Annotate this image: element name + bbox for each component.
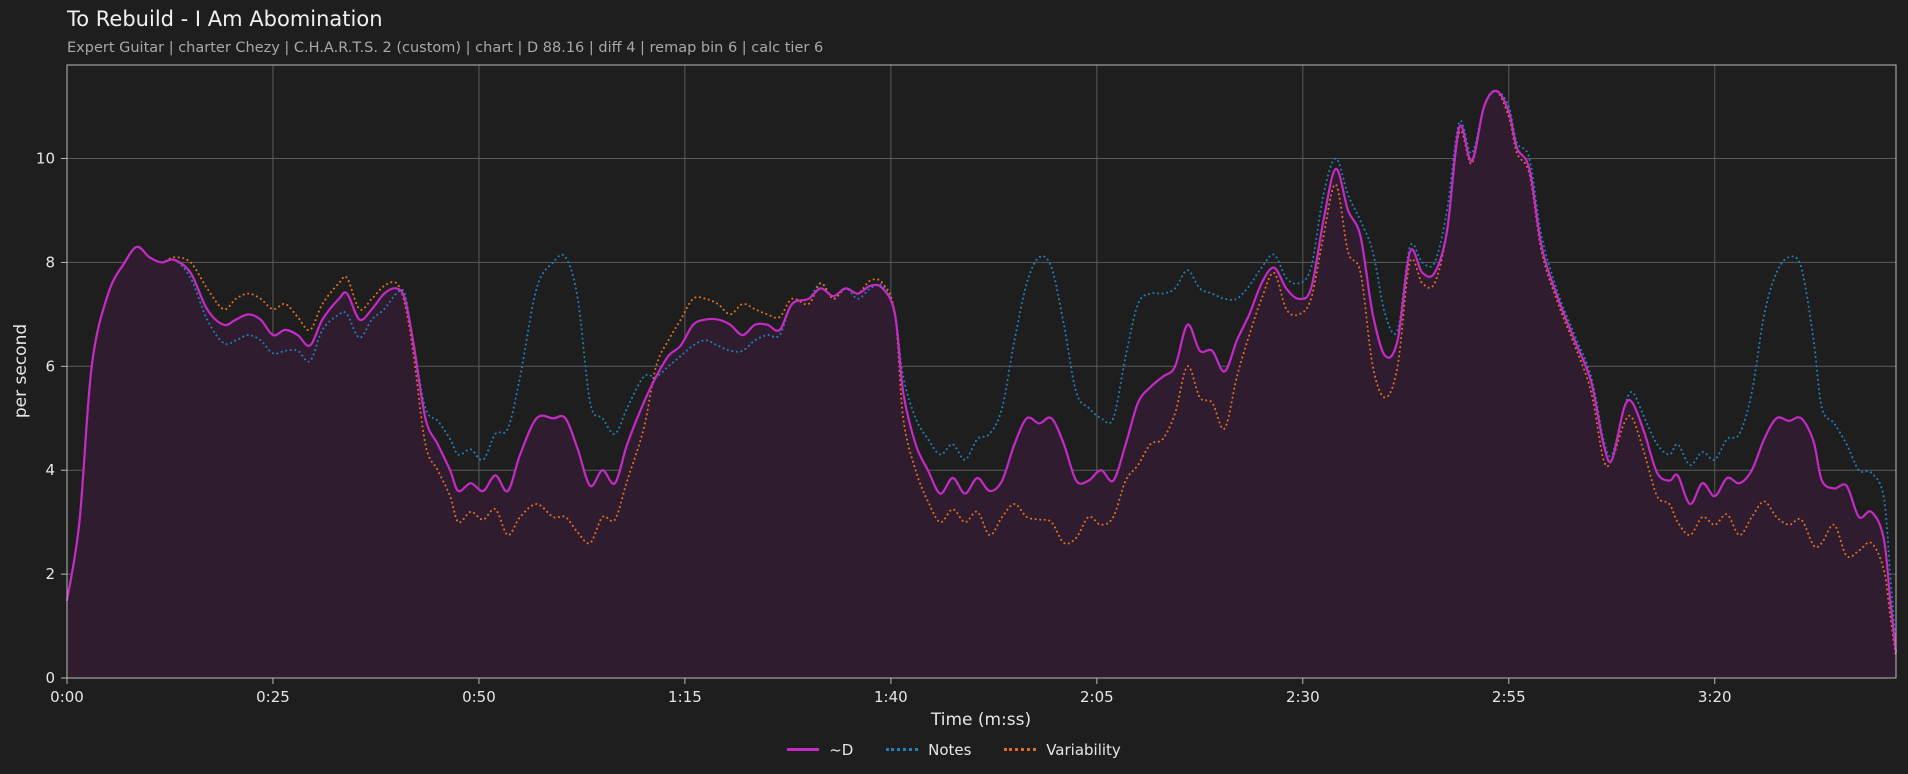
x-tick-label: 1:40 <box>874 688 908 706</box>
x-tick-label: 2:05 <box>1080 688 1114 706</box>
y-tick-label: 4 <box>45 461 55 479</box>
x-tick-label: 2:30 <box>1286 688 1320 706</box>
legend-label-variability: Variability <box>1046 740 1121 759</box>
x-tick-label: 2:55 <box>1492 688 1526 706</box>
x-tick-label: 0:50 <box>462 688 496 706</box>
area-fill-layer <box>67 90 1896 679</box>
y-tick-label: 2 <box>45 565 55 583</box>
y-tick-label: 6 <box>45 357 55 375</box>
legend-item-d: ~D <box>787 741 853 759</box>
x-axis-title: Time (m:ss) <box>930 710 1031 730</box>
y-tick-label: 8 <box>45 253 55 271</box>
x-tick-label: 3:20 <box>1698 688 1732 706</box>
x-tick-label: 1:15 <box>668 688 702 706</box>
legend-label-notes: Notes <box>928 740 972 759</box>
y-axis-title: per second <box>11 324 31 418</box>
area-fill-d <box>67 90 1896 679</box>
legend-label-d: ~D <box>829 740 854 759</box>
legend-swatch-notes <box>886 748 919 751</box>
legend-item-variability: Variability <box>1004 741 1121 759</box>
legend-swatch-variability <box>1004 748 1037 751</box>
x-tick-label: 0:25 <box>256 688 290 706</box>
y-tick-label: 0 <box>45 669 55 687</box>
legend-swatch-d <box>787 748 820 751</box>
y-tick-label: 10 <box>36 150 55 168</box>
legend: ~D Notes Variability <box>0 737 1908 759</box>
x-tick-label: 0:00 <box>50 688 84 706</box>
line-chart: 0:00 0:25 0:50 1:15 1:40 2:05 2:30 2:55 3:20 0 2 4 6… <box>11 64 1898 730</box>
legend-item-notes: Notes <box>886 741 971 759</box>
